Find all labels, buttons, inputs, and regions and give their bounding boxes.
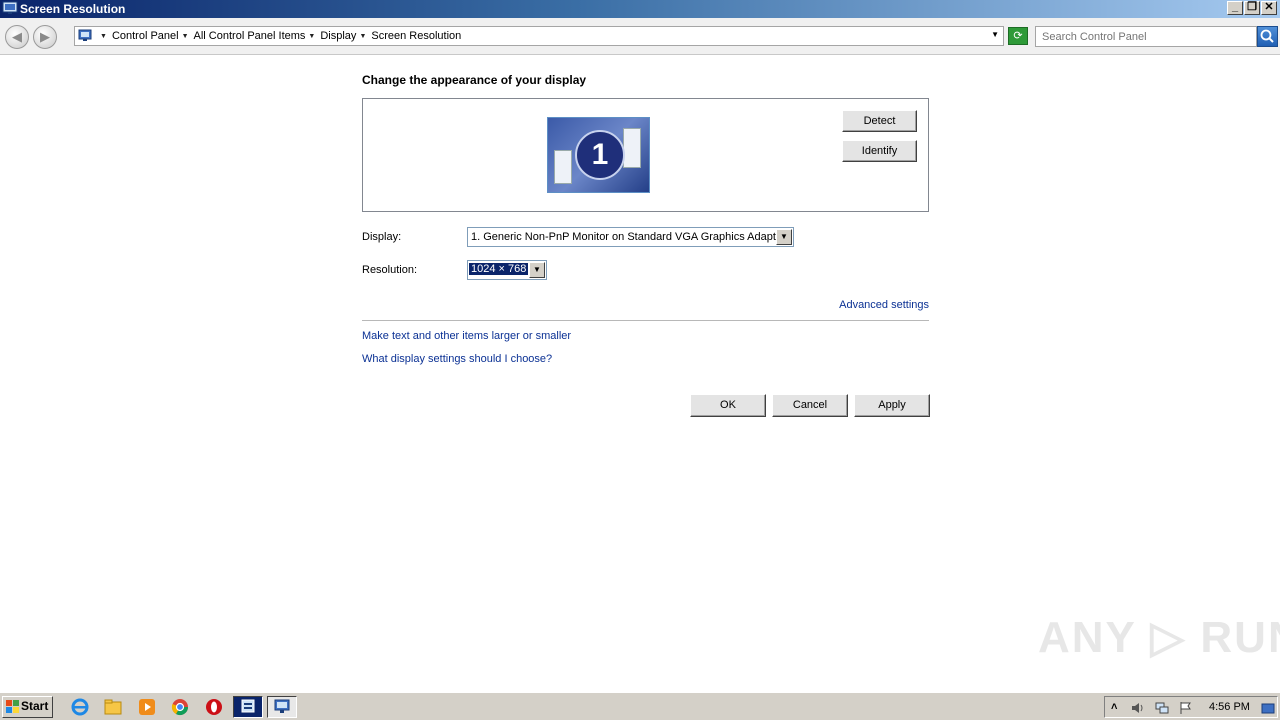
- action-center-flag-icon[interactable]: [1179, 701, 1193, 715]
- identify-button[interactable]: Identify: [842, 140, 917, 162]
- start-label: Start: [21, 699, 49, 713]
- control-panel-icon: [78, 29, 92, 41]
- resolution-select-value: 1024 × 768: [469, 263, 529, 275]
- cancel-button[interactable]: Cancel: [772, 394, 848, 417]
- restore-button[interactable]: ❐: [1244, 1, 1260, 15]
- refresh-button[interactable]: ⟳: [1008, 27, 1028, 45]
- internet-explorer-icon[interactable]: [70, 697, 90, 717]
- text-size-link[interactable]: Make text and other items larger or smal…: [362, 330, 571, 342]
- ok-button[interactable]: OK: [690, 394, 766, 417]
- resolution-select[interactable]: 1024 × 768 ▼: [467, 260, 547, 280]
- title-bar: Screen Resolution _ ❐ ✕: [0, 0, 1280, 18]
- windows-logo-icon: [6, 700, 19, 713]
- chevron-down-icon[interactable]: ▼: [776, 229, 792, 245]
- breadcrumb-display[interactable]: Display: [320, 30, 356, 42]
- divider: [362, 320, 929, 321]
- display-label: Display:: [362, 231, 402, 243]
- breadcrumb: ▼ Control Panel ▼ All Control Panel Item…: [97, 30, 461, 42]
- close-button[interactable]: ✕: [1261, 1, 1277, 15]
- apply-button[interactable]: Apply: [854, 394, 930, 417]
- search-button[interactable]: [1257, 26, 1278, 47]
- search-input[interactable]: [1036, 27, 1256, 46]
- navigation-bar: ◀ ▶ ▼ Control Panel ▼ All Control Panel …: [0, 18, 1280, 55]
- back-button[interactable]: ◀: [5, 25, 29, 49]
- clock[interactable]: 4:56 PM: [1209, 701, 1250, 713]
- address-dropdown-icon[interactable]: ▼: [991, 30, 999, 39]
- monitor-arrangement-panel: 1 Detect Identify: [362, 98, 929, 212]
- volume-icon[interactable]: [1131, 701, 1145, 715]
- breadcrumb-arrow-icon[interactable]: ▼: [308, 33, 315, 40]
- search-icon: [1260, 29, 1274, 43]
- resolution-label: Resolution:: [362, 264, 418, 276]
- breadcrumb-control-panel[interactable]: Control Panel: [112, 30, 179, 42]
- forward-button[interactable]: ▶: [33, 25, 57, 49]
- breadcrumb-screen-resolution[interactable]: Screen Resolution: [371, 30, 461, 42]
- network-icon[interactable]: [1155, 701, 1169, 715]
- start-button[interactable]: Start: [2, 696, 53, 718]
- address-bar[interactable]: ▼ Control Panel ▼ All Control Panel Item…: [74, 26, 1004, 46]
- taskbar-item-control-panel[interactable]: [233, 696, 263, 718]
- display-select[interactable]: 1. Generic Non-PnP Monitor on Standard V…: [467, 227, 794, 247]
- monitor-number-badge: 1: [575, 130, 625, 180]
- display-help-link[interactable]: What display settings should I choose?: [362, 353, 552, 365]
- window-title: Screen Resolution: [20, 2, 126, 16]
- screen-resolution-icon: [274, 699, 290, 713]
- page-heading: Change the appearance of your display: [362, 73, 587, 87]
- anyrun-watermark: ANY ▷ RUN: [1038, 613, 1280, 662]
- display-select-value: 1. Generic Non-PnP Monitor on Standard V…: [471, 231, 786, 243]
- show-desktop-icon[interactable]: [1261, 701, 1275, 715]
- detect-button[interactable]: Detect: [842, 110, 917, 132]
- opera-icon[interactable]: [204, 697, 224, 717]
- minimize-button[interactable]: _: [1227, 1, 1243, 15]
- chrome-icon[interactable]: [170, 697, 190, 717]
- media-player-icon[interactable]: [137, 697, 157, 717]
- advanced-settings-link[interactable]: Advanced settings: [839, 299, 929, 311]
- monitor-1-thumbnail[interactable]: 1: [547, 117, 650, 193]
- show-hidden-icons-icon[interactable]: ˄: [1111, 701, 1125, 715]
- monitor-window-graphic: [623, 128, 641, 168]
- breadcrumb-arrow-icon[interactable]: ▼: [359, 33, 366, 40]
- system-tray: ˄ 4:56 PM: [1104, 696, 1278, 718]
- taskbar: Start ˄ 4:56 PM: [0, 692, 1280, 720]
- file-explorer-icon[interactable]: [103, 697, 123, 717]
- breadcrumb-arrow-icon[interactable]: ▼: [182, 33, 189, 40]
- control-panel-icon: [241, 699, 255, 713]
- taskbar-item-screen-resolution[interactable]: [267, 696, 297, 718]
- search-box[interactable]: [1035, 26, 1257, 47]
- breadcrumb-all-items[interactable]: All Control Panel Items: [194, 30, 306, 42]
- breadcrumb-arrow-icon[interactable]: ▼: [100, 33, 107, 40]
- chevron-down-icon[interactable]: ▼: [529, 262, 545, 278]
- monitor-window-graphic: [554, 150, 572, 184]
- screen-resolution-icon: [2, 1, 18, 14]
